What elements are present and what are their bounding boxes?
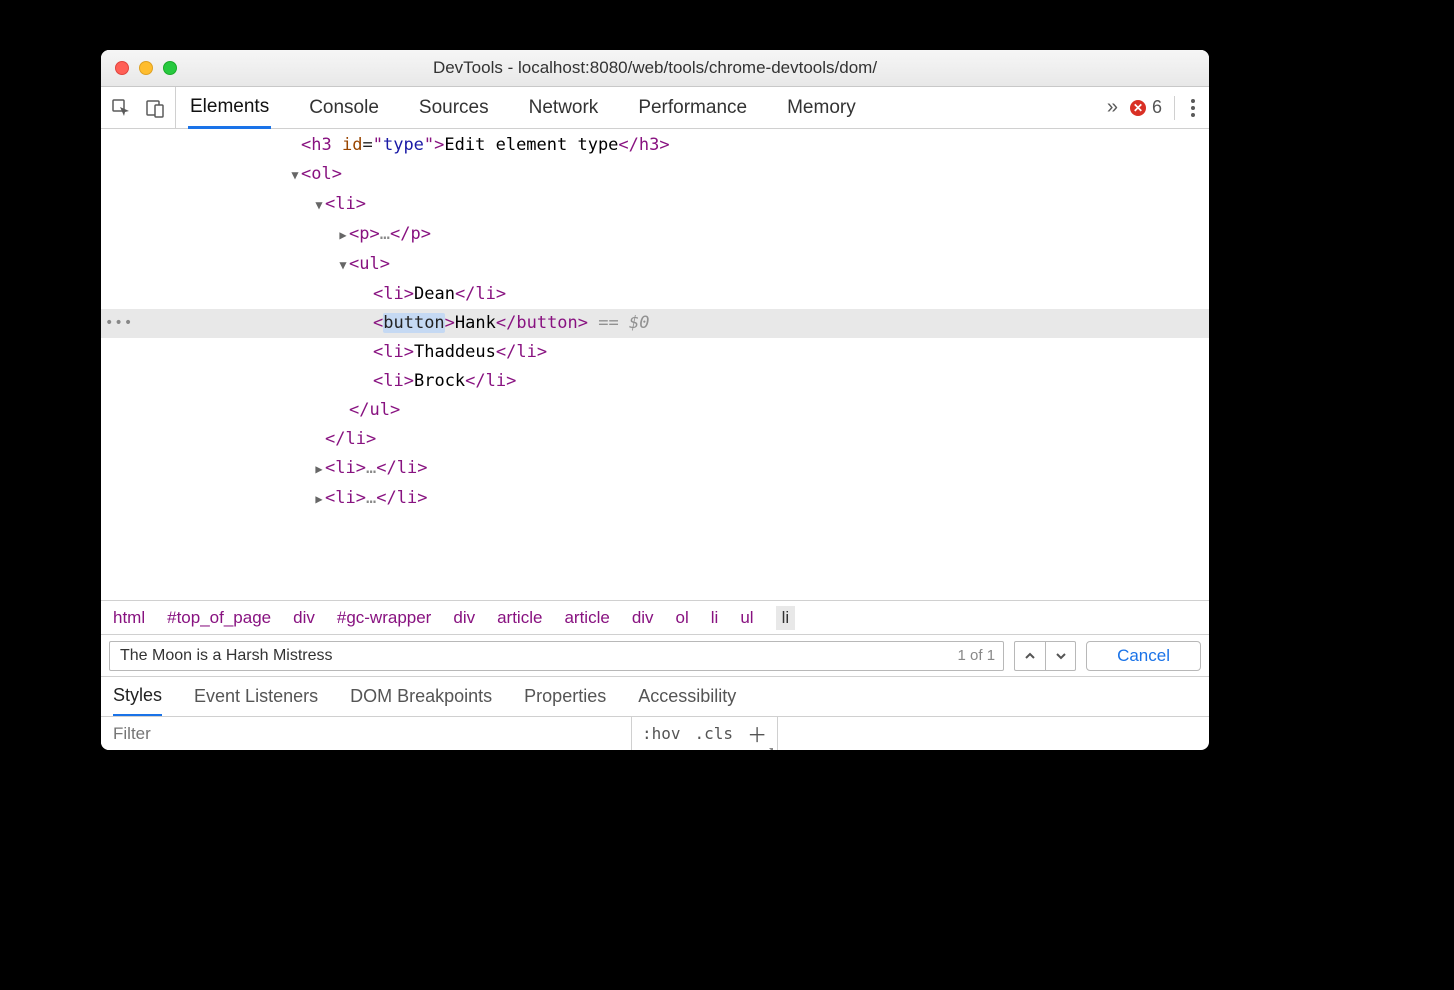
sub-tab-properties[interactable]: Properties bbox=[524, 677, 606, 716]
breadcrumb-item[interactable]: ol bbox=[676, 608, 689, 628]
find-prev-button[interactable] bbox=[1015, 642, 1045, 670]
expand-twisty-icon[interactable]: ▼ bbox=[313, 191, 325, 220]
dom-node[interactable]: •••<button>Hank</button> == $0 bbox=[101, 309, 1209, 338]
main-toolbar: Elements Console Sources Network Performance… bbox=[101, 87, 1209, 129]
toolbar-right-group: » ✕ 6 bbox=[1097, 95, 1209, 121]
tab-performance[interactable]: Performance bbox=[636, 87, 749, 128]
toolbar-left-group bbox=[101, 87, 176, 128]
tab-memory[interactable]: Memory bbox=[785, 87, 858, 128]
find-input[interactable] bbox=[118, 646, 950, 666]
class-toggle[interactable]: .cls bbox=[695, 724, 734, 743]
close-window-button[interactable] bbox=[115, 61, 129, 75]
breadcrumb-item[interactable]: #gc-wrapper bbox=[337, 608, 432, 628]
window-title: DevTools - localhost:8080/web/tools/chro… bbox=[101, 58, 1209, 78]
dom-node[interactable]: </ul> bbox=[101, 396, 1209, 425]
overflow-tabs-button[interactable]: » bbox=[1107, 96, 1118, 119]
breadcrumb-item[interactable]: article bbox=[564, 608, 609, 628]
sub-tab-styles[interactable]: Styles bbox=[113, 678, 162, 717]
dom-node[interactable]: </li> bbox=[101, 425, 1209, 454]
new-style-rule-icon[interactable]: ＋ bbox=[747, 719, 767, 748]
tab-sources[interactable]: Sources bbox=[417, 87, 491, 128]
dom-node[interactable]: <li>Dean</li> bbox=[101, 280, 1209, 309]
dom-node[interactable]: ▼<ol> bbox=[101, 160, 1209, 190]
dom-node[interactable]: <li>Brock</li> bbox=[101, 367, 1209, 396]
breadcrumb-item[interactable]: div bbox=[453, 608, 475, 628]
dom-node[interactable]: <li>Thaddeus</li> bbox=[101, 338, 1209, 367]
find-input-container: 1 of 1 bbox=[109, 641, 1004, 671]
settings-menu-icon[interactable] bbox=[1187, 95, 1199, 121]
find-result-count: 1 of 1 bbox=[950, 647, 996, 664]
sub-tab-event-listeners[interactable]: Event Listeners bbox=[194, 677, 318, 716]
hover-toggle[interactable]: :hov bbox=[642, 724, 681, 743]
tab-console[interactable]: Console bbox=[307, 87, 381, 128]
dom-node[interactable]: ▶<li>…</li> bbox=[101, 454, 1209, 484]
panel-tabs: Elements Console Sources Network Performance… bbox=[176, 87, 1097, 128]
error-icon: ✕ bbox=[1130, 100, 1146, 116]
error-count: 6 bbox=[1152, 97, 1162, 118]
breadcrumb-item[interactable]: div bbox=[293, 608, 315, 628]
tab-elements[interactable]: Elements bbox=[188, 88, 271, 129]
maximize-window-button[interactable] bbox=[163, 61, 177, 75]
breadcrumb-item[interactable]: ul bbox=[740, 608, 753, 628]
row-actions-icon[interactable]: ••• bbox=[105, 309, 133, 338]
inspect-element-icon[interactable] bbox=[109, 96, 133, 120]
breadcrumb-item[interactable]: div bbox=[632, 608, 654, 628]
expand-twisty-icon[interactable]: ▼ bbox=[289, 161, 301, 190]
minimize-window-button[interactable] bbox=[139, 61, 153, 75]
breadcrumb-item[interactable]: li bbox=[711, 608, 719, 628]
dom-node[interactable]: ▶<p>…</p> bbox=[101, 220, 1209, 250]
breadcrumb-item[interactable]: article bbox=[497, 608, 542, 628]
styles-toggle-group: :hov .cls ＋ bbox=[632, 717, 778, 750]
devtools-window: DevTools - localhost:8080/web/tools/chro… bbox=[101, 50, 1209, 750]
styles-filter-input[interactable] bbox=[101, 717, 631, 750]
traffic-lights bbox=[101, 61, 177, 75]
device-toolbar-icon[interactable] bbox=[143, 96, 167, 120]
expand-twisty-icon[interactable]: ▼ bbox=[337, 251, 349, 280]
dom-node[interactable]: <h3 id="type">Edit element type</h3> bbox=[101, 131, 1209, 160]
tab-network[interactable]: Network bbox=[527, 87, 601, 128]
find-next-button[interactable] bbox=[1045, 642, 1075, 670]
styles-sub-tabs: Styles Event Listeners DOM Breakpoints Prop… bbox=[101, 676, 1209, 716]
breadcrumb-item[interactable]: html bbox=[113, 608, 145, 628]
expand-twisty-icon[interactable]: ▶ bbox=[337, 221, 349, 250]
dom-node[interactable]: ▼<ul> bbox=[101, 250, 1209, 280]
styles-toolbar: :hov .cls ＋ bbox=[101, 716, 1209, 750]
dom-node[interactable]: ▼<li> bbox=[101, 190, 1209, 220]
find-bar: 1 of 1 Cancel bbox=[101, 634, 1209, 676]
breadcrumb-item[interactable]: #top_of_page bbox=[167, 608, 271, 628]
find-nav-buttons bbox=[1014, 641, 1076, 671]
find-cancel-button[interactable]: Cancel bbox=[1086, 641, 1201, 671]
dom-breadcrumb: html #top_of_page div #gc-wrapper div article… bbox=[101, 600, 1209, 634]
expand-twisty-icon[interactable]: ▶ bbox=[313, 455, 325, 484]
divider bbox=[1174, 96, 1175, 120]
error-badge[interactable]: ✕ 6 bbox=[1130, 97, 1162, 118]
expand-twisty-icon[interactable]: ▶ bbox=[313, 485, 325, 514]
dom-node[interactable]: ▶<li>…</li> bbox=[101, 484, 1209, 514]
sub-tab-dom-breakpoints[interactable]: DOM Breakpoints bbox=[350, 677, 492, 716]
breadcrumb-item[interactable]: li bbox=[776, 606, 796, 630]
sub-tab-accessibility[interactable]: Accessibility bbox=[638, 677, 736, 716]
dom-tree-panel[interactable]: <h3 id="type">Edit element type</h3>▼<ol… bbox=[101, 129, 1209, 600]
window-titlebar: DevTools - localhost:8080/web/tools/chro… bbox=[101, 50, 1209, 87]
